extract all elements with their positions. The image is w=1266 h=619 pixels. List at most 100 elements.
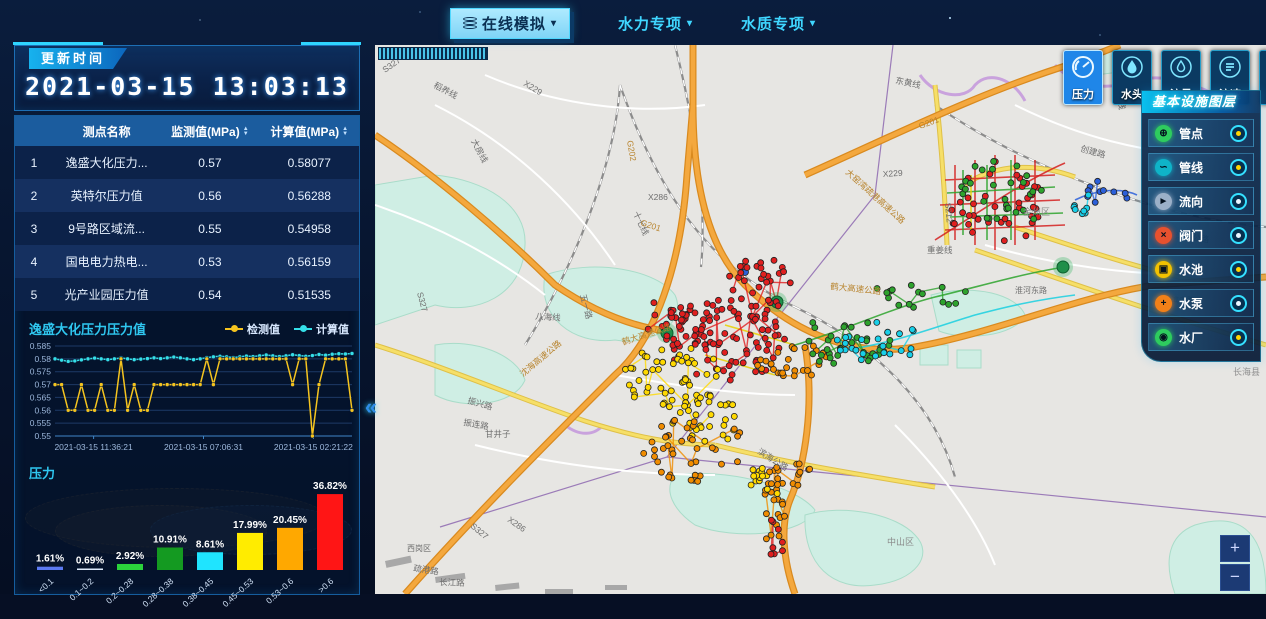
left-panel: 更新时间 2021-03-15 13:03:13 测点名称监测值(MPa)▲▼计… xyxy=(14,45,360,594)
svg-text:2021-03-15 02:21:22: 2021-03-15 02:21:22 xyxy=(274,442,353,452)
nav-tab-2[interactable]: 水力专项 ▾ xyxy=(618,13,693,34)
legend-item[interactable]: 计算值 xyxy=(294,321,349,337)
facility-item-流向[interactable]: ►流向 xyxy=(1148,187,1254,215)
svg-text:0.28~0.38: 0.28~0.38 xyxy=(140,576,175,609)
map-canvas[interactable]: S327稻养线X229大房线十七线G202东黄线X229大窑湾疏港高速公路沈海高… xyxy=(375,45,1266,594)
facility-toggle[interactable] xyxy=(1230,295,1247,312)
svg-text:0.69%: 0.69% xyxy=(76,556,104,567)
facility-item-管点[interactable]: ⊕管点 xyxy=(1148,119,1254,147)
table-cell: 逸盛大化压力... xyxy=(53,146,160,179)
facility-layers-panel: 基本设施图层 ⊕管点∽管线►流向×阀门▣水池+水泵◉水厂 xyxy=(1141,90,1261,362)
svg-text:东黄线: 东黄线 xyxy=(895,75,923,90)
svg-text:20.45%: 20.45% xyxy=(273,515,307,526)
facility-toggle[interactable] xyxy=(1230,159,1247,176)
bar-chart-header: 压力 xyxy=(15,461,359,482)
table-cell: 国电电力热电... xyxy=(53,245,160,278)
table-cell: 英特尔压力值 xyxy=(53,179,160,212)
table-cell: 1 xyxy=(15,146,53,179)
facility-toggle[interactable] xyxy=(1230,227,1247,244)
city-map: S327稻养线X229大房线十七线G202东黄线X229大窑湾疏港高速公路沈海高… xyxy=(375,45,1266,594)
nav-tab-label: 水力专项 xyxy=(618,13,682,34)
app-background: { "nav": { "tabs": [ {"label": "在线模拟", "… xyxy=(0,0,1266,594)
table-cell: 0.55 xyxy=(160,212,259,245)
facility-toggle[interactable] xyxy=(1230,329,1247,346)
line-chart-title: 逸盛大化压力压力值 xyxy=(29,319,146,338)
svg-text:0.585: 0.585 xyxy=(30,341,52,351)
facility-item-管线[interactable]: ∽ 管线 xyxy=(1148,153,1254,181)
top-navigation: 在线模拟▾ 水力专项 ▾ 水质专项▾ xyxy=(0,4,1266,42)
pressure-line-chart: 0.5850.580.5750.570.5650.560.5550.552021… xyxy=(15,338,360,456)
update-time-label: 更新时间 xyxy=(29,48,127,69)
facility-item-label: 水泵 xyxy=(1179,295,1223,312)
svg-text:淮河东路: 淮河东路 xyxy=(1015,285,1047,295)
layer-button-压力[interactable]: 压力 xyxy=(1063,50,1103,105)
svg-text:S212: S212 xyxy=(943,202,955,223)
svg-text:0.45~0.53: 0.45~0.53 xyxy=(220,576,255,609)
table-body: 1逸盛大化压力...0.570.580772英特尔压力值0.560.562883… xyxy=(15,146,359,311)
monitor-points-table: 测点名称监测值(MPa)▲▼计算值(MPa)▲▼ 1逸盛大化压力...0.570… xyxy=(15,116,359,311)
update-time-panel: 更新时间 2021-03-15 13:03:13 xyxy=(14,45,360,111)
facility-toggle[interactable] xyxy=(1230,261,1247,278)
svg-text:长海县: 长海县 xyxy=(1233,366,1260,377)
facility-item-label: 水池 xyxy=(1179,261,1223,278)
legend-label: 计算值 xyxy=(316,321,349,337)
legend-item[interactable]: 检测值 xyxy=(225,321,280,337)
水厂-icon: ◉ xyxy=(1155,329,1172,346)
flow-icon xyxy=(1168,54,1194,80)
sort-icon[interactable]: ▲▼ xyxy=(243,127,249,137)
table-cell: 0.58077 xyxy=(260,146,359,179)
facility-item-阀门[interactable]: ×阀门 xyxy=(1148,221,1254,249)
facility-toggle[interactable] xyxy=(1230,125,1247,142)
table-cell: 2 xyxy=(15,179,53,212)
column-header-3[interactable]: 计算值(MPa)▲▼ xyxy=(260,116,359,146)
update-time-value: 2021-03-15 13:03:13 xyxy=(15,72,359,101)
svg-text:八海线: 八海线 xyxy=(535,311,562,323)
facility-item-水池[interactable]: ▣水池 xyxy=(1148,255,1254,283)
sort-icon[interactable]: ▲▼ xyxy=(342,127,348,137)
table-cell: 0.56288 xyxy=(260,179,359,212)
facility-item-水泵[interactable]: +水泵 xyxy=(1148,289,1254,317)
map-zoom-control: + − xyxy=(1220,535,1250,591)
chevron-down-icon: ▾ xyxy=(687,18,693,29)
svg-text:0.58: 0.58 xyxy=(34,354,51,364)
table-row[interactable]: 2英特尔压力值0.560.56288 xyxy=(15,179,359,212)
svg-text:疏港路: 疏港路 xyxy=(413,563,440,577)
nav-tab-1[interactable]: 在线模拟▾ xyxy=(450,8,570,39)
svg-text:西岗区: 西岗区 xyxy=(407,544,431,553)
svg-text:X229: X229 xyxy=(882,168,903,179)
line-chart-header: 逸盛大化压力压力值 检测值 计算值 xyxy=(15,311,359,338)
map-scale-stripe xyxy=(378,47,488,60)
facility-item-label: 管线 xyxy=(1179,159,1223,176)
zoom-out-button[interactable]: − xyxy=(1220,564,1250,591)
panel-collapse-button[interactable]: « xyxy=(356,394,386,422)
nav-tab-3[interactable]: 水质专项▾ xyxy=(741,13,816,34)
legend-marker xyxy=(225,328,243,330)
facility-items: ⊕管点 ∽ 管线 ►流向 ×阀门 ▣水池 +水泵 ◉ 水厂 xyxy=(1142,119,1260,351)
阀门-icon: × xyxy=(1155,227,1172,244)
index-column-header xyxy=(15,116,53,146)
svg-text:0.1~0.2: 0.1~0.2 xyxy=(67,576,95,603)
left-content-panel: 测点名称监测值(MPa)▲▼计算值(MPa)▲▼ 1逸盛大化压力...0.570… xyxy=(14,115,360,595)
map-streams xyxy=(565,65,1237,433)
zoom-in-button[interactable]: + xyxy=(1220,535,1250,562)
svg-text:大房线: 大房线 xyxy=(469,137,490,165)
velocity-icon xyxy=(1217,54,1243,80)
table-row[interactable]: 5光产业园压力值0.540.51535 xyxy=(15,278,359,311)
svg-text:36.82%: 36.82% xyxy=(313,482,347,492)
facility-item-水厂[interactable]: ◉ 水厂 xyxy=(1148,323,1254,351)
table-row[interactable]: 1逸盛大化压力...0.570.58077 xyxy=(15,146,359,179)
svg-text:0.555: 0.555 xyxy=(30,418,52,428)
svg-text:长江路: 长江路 xyxy=(439,577,465,588)
svg-text:甘井子: 甘井子 xyxy=(485,429,511,439)
table-cell: 光产业园压力值 xyxy=(53,278,160,311)
table-row[interactable]: 39号路区域流...0.550.54958 xyxy=(15,212,359,245)
facility-toggle[interactable] xyxy=(1230,193,1247,210)
svg-text:17.99%: 17.99% xyxy=(233,520,267,531)
pressure-gauge-icon xyxy=(1070,54,1096,80)
table-row[interactable]: 4国电电力热电...0.530.56159 xyxy=(15,245,359,278)
facility-item-label: 水厂 xyxy=(1179,329,1223,346)
column-header-2[interactable]: 监测值(MPa)▲▼ xyxy=(160,116,259,146)
管点-icon: ⊕ xyxy=(1155,125,1172,142)
管线-icon: ∽ xyxy=(1155,159,1172,176)
table-cell: 3 xyxy=(15,212,53,245)
